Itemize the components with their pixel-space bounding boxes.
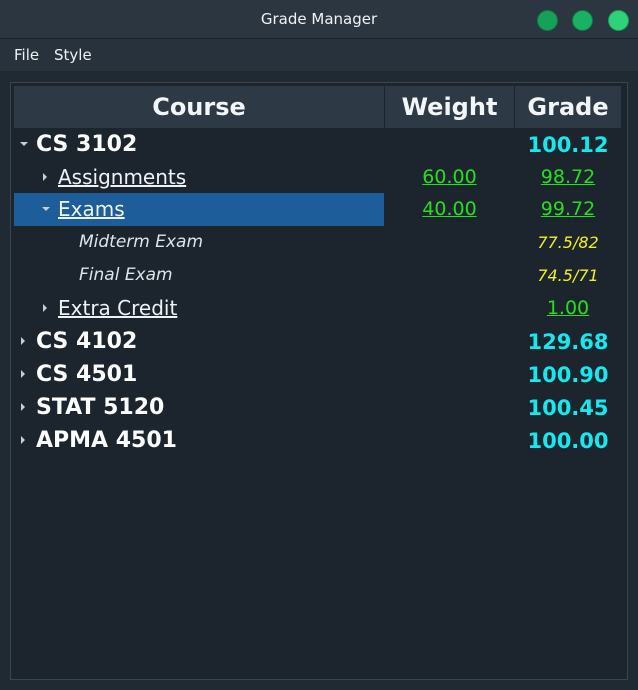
column-header-course[interactable]: Course (14, 86, 385, 128)
collapsed-arrow-icon[interactable] (21, 403, 25, 411)
collapsed-arrow-icon[interactable] (21, 436, 25, 444)
category-grade[interactable]: 1.00 (515, 297, 621, 319)
item-grade: 74.5/71 (537, 266, 599, 285)
maximize-button[interactable] (572, 10, 593, 31)
category-weight[interactable]: 40.00 (385, 198, 514, 220)
close-button[interactable] (608, 10, 629, 31)
course-grade: 100.12 (527, 133, 609, 157)
grade-tree[interactable]: Course Weight Grade CS 3102 100.12 Assig… (10, 82, 628, 680)
category-label: Exams (58, 197, 125, 221)
tree-row-exams[interactable]: Exams 40.00 99.72 (14, 193, 621, 226)
item-grade: 77.5/82 (537, 233, 599, 252)
tree-header: Course Weight Grade (14, 86, 621, 128)
category-grade[interactable]: 99.72 (515, 198, 621, 220)
tree-row-final[interactable]: Final Exam 74.5/71 (14, 259, 621, 292)
minimize-button[interactable] (537, 10, 558, 31)
course-label: CS 3102 (36, 132, 138, 157)
category-label: Assignments (58, 165, 187, 189)
item-label: Final Exam (79, 265, 173, 285)
category-weight[interactable]: 60.00 (385, 166, 514, 188)
collapsed-arrow-icon[interactable] (21, 370, 25, 378)
course-grade: 129.68 (527, 330, 609, 354)
tree-row-apma4501[interactable]: APMA 4501 100.00 (14, 424, 621, 457)
category-label: Extra Credit (58, 296, 178, 320)
item-label: Midterm Exam (79, 232, 204, 252)
course-label: APMA 4501 (36, 428, 177, 453)
collapsed-arrow-icon[interactable] (43, 304, 47, 312)
tree-row-cs3102[interactable]: CS 3102 100.12 (14, 128, 621, 161)
collapsed-arrow-icon[interactable] (21, 337, 25, 345)
expand-arrow-icon[interactable] (42, 207, 50, 211)
category-grade[interactable]: 98.72 (515, 166, 621, 188)
menu-style[interactable]: Style (54, 46, 92, 64)
course-grade: 100.00 (527, 429, 609, 453)
column-header-weight[interactable]: Weight (385, 86, 515, 128)
tree-row-cs4501[interactable]: CS 4501 100.90 (14, 358, 621, 391)
collapsed-arrow-icon[interactable] (43, 173, 47, 181)
tree-row-cs4102[interactable]: CS 4102 129.68 (14, 325, 621, 358)
course-label: CS 4501 (36, 362, 138, 387)
tree-row-extra-credit[interactable]: Extra Credit 1.00 (14, 292, 621, 325)
course-grade: 100.45 (527, 396, 609, 420)
tree-row-midterm[interactable]: Midterm Exam 77.5/82 (14, 226, 621, 259)
tree-row-stat5120[interactable]: STAT 5120 100.45 (14, 391, 621, 424)
tree-row-assignments[interactable]: Assignments 60.00 98.72 (14, 161, 621, 194)
menu-bar: File Style (0, 39, 638, 71)
expand-arrow-icon[interactable] (20, 142, 28, 146)
course-grade: 100.90 (527, 363, 609, 387)
grade-manager-window: Grade Manager File Style Course Weight G… (0, 0, 638, 690)
column-header-grade[interactable]: Grade (515, 86, 621, 128)
title-bar[interactable]: Grade Manager (0, 0, 638, 39)
menu-file[interactable]: File (14, 46, 39, 64)
course-label: CS 4102 (36, 329, 138, 354)
course-label: STAT 5120 (36, 395, 165, 420)
